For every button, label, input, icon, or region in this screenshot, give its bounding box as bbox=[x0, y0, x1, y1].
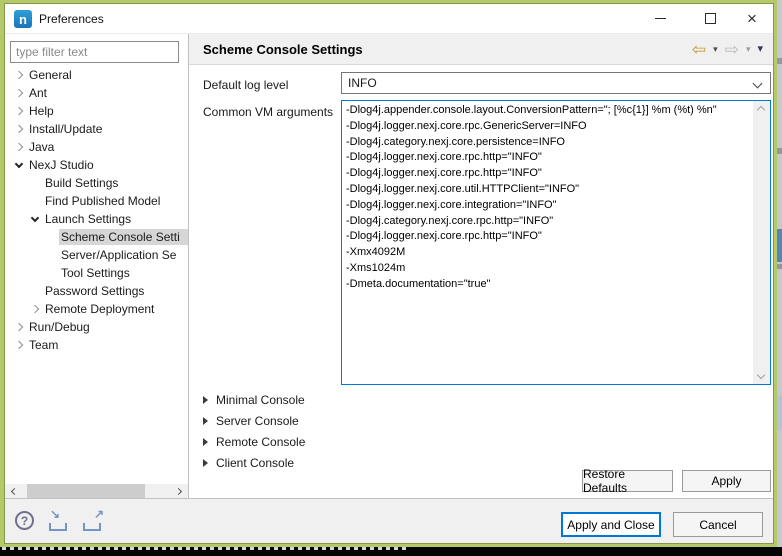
tree-item-ant[interactable]: Ant bbox=[5, 84, 188, 102]
chevron-right-icon[interactable] bbox=[11, 72, 27, 78]
tree-item-install-update[interactable]: Install/Update bbox=[5, 120, 188, 138]
section-minimal-console[interactable]: Minimal Console bbox=[203, 390, 305, 410]
minimize-icon bbox=[655, 18, 666, 19]
tree-item-run-debug[interactable]: Run/Debug bbox=[5, 318, 188, 336]
section-server-console[interactable]: Server Console bbox=[203, 411, 299, 431]
tree-item-tool-settings[interactable]: Tool Settings bbox=[5, 264, 188, 282]
import-icon[interactable]: ↘ bbox=[47, 510, 73, 532]
chevron-right-icon[interactable] bbox=[11, 144, 27, 150]
page-title: Scheme Console Settings bbox=[203, 42, 692, 57]
vm-arguments-text: -Dlog4j.appender.console.layout.Conversi… bbox=[346, 103, 751, 382]
textarea-vertical-scrollbar[interactable] bbox=[753, 101, 770, 384]
scroll-right-icon[interactable] bbox=[175, 488, 182, 495]
cancel-button[interactable]: Cancel bbox=[673, 512, 763, 537]
tree-item-java[interactable]: Java bbox=[5, 138, 188, 156]
title-bar: n Preferences × bbox=[5, 4, 773, 34]
tree-item-remote-deployment[interactable]: Remote Deployment bbox=[5, 300, 188, 318]
export-icon[interactable]: ↗ bbox=[81, 510, 107, 532]
tree-item-build-settings[interactable]: Build Settings bbox=[5, 174, 188, 192]
triangle-right-icon bbox=[203, 459, 208, 467]
tree-item-help[interactable]: Help bbox=[5, 102, 188, 120]
tree-item-launch-settings[interactable]: Launch Settings bbox=[5, 210, 188, 228]
tree-item-server-application-settings[interactable]: Server/Application Se bbox=[5, 246, 188, 264]
chevron-right-icon[interactable] bbox=[27, 306, 43, 312]
vm-arguments-textarea[interactable]: -Dlog4j.appender.console.layout.Conversi… bbox=[341, 100, 771, 385]
log-level-combo[interactable]: INFO bbox=[341, 72, 771, 94]
background-console-strip bbox=[0, 547, 782, 556]
back-icon[interactable]: ⇦ bbox=[692, 41, 706, 58]
forward-history-caret-icon[interactable]: ▾ bbox=[746, 45, 751, 54]
chevron-right-icon[interactable] bbox=[11, 108, 27, 114]
section-remote-console[interactable]: Remote Console bbox=[203, 432, 305, 452]
apply-button[interactable]: Apply bbox=[682, 470, 771, 492]
triangle-right-icon bbox=[203, 438, 208, 446]
maximize-icon bbox=[705, 13, 716, 24]
log-level-label: Default log level bbox=[203, 78, 288, 92]
scroll-up-icon[interactable] bbox=[757, 106, 765, 114]
scroll-down-icon[interactable] bbox=[757, 371, 765, 379]
chevron-right-icon[interactable] bbox=[11, 90, 27, 96]
close-icon: × bbox=[747, 10, 757, 27]
chevron-down-icon[interactable] bbox=[11, 164, 27, 167]
back-history-caret-icon[interactable]: ▾ bbox=[713, 45, 718, 54]
section-client-console[interactable]: Client Console bbox=[203, 453, 294, 473]
close-button[interactable]: × bbox=[733, 4, 771, 33]
view-menu-icon[interactable]: ▾ bbox=[757, 44, 763, 55]
scroll-left-icon[interactable] bbox=[11, 488, 18, 495]
restore-defaults-button[interactable]: Restore Defaults bbox=[582, 470, 673, 492]
help-icon[interactable]: ? bbox=[15, 511, 34, 530]
preferences-dialog: n Preferences × General Ant Help Install… bbox=[4, 3, 774, 544]
chevron-down-icon[interactable] bbox=[27, 218, 43, 221]
screen: n Preferences × General Ant Help Install… bbox=[0, 0, 782, 556]
tree-item-general[interactable]: General bbox=[5, 66, 188, 84]
background-window-edge bbox=[777, 0, 782, 547]
chevron-right-icon[interactable] bbox=[11, 324, 27, 330]
forward-icon[interactable]: ⇨ bbox=[725, 41, 739, 58]
vm-arguments-label: Common VM arguments bbox=[203, 105, 333, 119]
panel-divider bbox=[188, 34, 189, 498]
nexj-logo-icon: n bbox=[14, 10, 32, 28]
apply-and-close-button[interactable]: Apply and Close bbox=[561, 512, 661, 537]
chevron-right-icon[interactable] bbox=[11, 126, 27, 132]
filter-input[interactable] bbox=[10, 41, 179, 63]
triangle-right-icon bbox=[203, 417, 208, 425]
tree-item-nexj-studio[interactable]: NexJ Studio bbox=[5, 156, 188, 174]
window-title: Preferences bbox=[39, 12, 104, 26]
log-level-value: INFO bbox=[348, 76, 377, 90]
maximize-button[interactable] bbox=[691, 4, 729, 33]
tree-item-team[interactable]: Team bbox=[5, 336, 188, 354]
tree-item-password-settings[interactable]: Password Settings bbox=[5, 282, 188, 300]
page-header: Scheme Console Settings ⇦ ▾ ⇨ ▾ ▾ bbox=[189, 34, 773, 65]
combo-chevron-down-icon bbox=[753, 79, 763, 89]
minimize-button[interactable] bbox=[641, 4, 679, 33]
chevron-right-icon[interactable] bbox=[11, 342, 27, 348]
tree-item-scheme-console-settings[interactable]: Scheme Console Setti bbox=[5, 228, 188, 246]
tree-item-find-published-model[interactable]: Find Published Model bbox=[5, 192, 188, 210]
triangle-right-icon bbox=[203, 396, 208, 404]
